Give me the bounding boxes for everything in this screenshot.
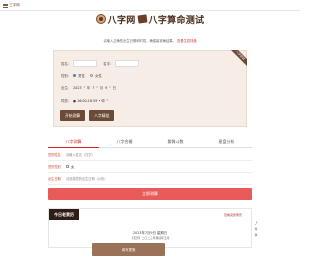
gender-male-label: 男性 [78, 74, 85, 78]
tab-ziwei[interactable]: 紫微斗数 [150, 137, 201, 148]
time-dropdown-icon: ▾ [106, 99, 108, 102]
top-bar: 三字网 [0, 0, 300, 11]
notice-message: 请输入正确的出生日期和时辰，确保最准确结果。 [103, 39, 176, 43]
start-test-button[interactable]: 开始测算 [60, 110, 86, 121]
month-select[interactable]: 7 [92, 86, 94, 90]
name-label: 名字： [103, 62, 114, 66]
almanac-title: 今日老黄历 [49, 209, 79, 220]
time-row: 时辰： ● 16:00-18:59 • 申 ▾ [61, 98, 108, 103]
bazi-input-form: 您的姓名 请输入姓名（汉字） 您的性别 女 出生日期 请选择您的出生日期（公历） [48, 149, 252, 185]
share-icon: ⤴ [254, 221, 258, 225]
almanac-lunar: 【农历】二〇二三年癸卯年五月 [130, 236, 170, 240]
birth-label: 出生： [61, 86, 72, 90]
bazi-detail-button[interactable]: 八字精批 [89, 110, 115, 121]
menu-button[interactable]: 三字网 [3, 2, 20, 9]
name-input[interactable] [115, 60, 140, 67]
bazi-name-row: 您的姓名 请输入姓名（汉字） [48, 149, 252, 161]
month-dropdown-icon: ▾ [96, 86, 98, 89]
bazi-gender-value: 女 [71, 165, 75, 169]
year-unit: 年 [86, 86, 91, 90]
bazi-name-label: 您的姓名 [48, 153, 61, 157]
bazi-gender-checkbox[interactable] [66, 165, 69, 168]
submit-now-button[interactable]: 立即测算 [48, 188, 252, 200]
month-unit: 月 [99, 86, 104, 90]
tab-bazi-marriage[interactable]: 八字合婚 [99, 137, 150, 148]
ribbon-label: 八字测试 [231, 50, 247, 66]
bazi-birth-label: 出生日期 [48, 177, 61, 181]
gender-label: 性别： [61, 74, 72, 78]
side-char-2: 享 [254, 233, 258, 237]
tab-astrology[interactable]: 星盘分析 [201, 137, 252, 148]
almanac-body: 2023年7月9日 星期日 【农历】二〇二三年癸卯年五月 [49, 230, 251, 240]
year-dropdown-icon: ▾ [83, 86, 85, 89]
page-title: 八字算命测试 [148, 15, 205, 26]
side-char-1: 分 [254, 227, 258, 231]
notice-link[interactable]: 查看生辰排盘 [177, 39, 197, 43]
bazi-birth-input[interactable]: 请选择您的出生日期（公历） [66, 176, 107, 181]
name-row: 姓名： 名字： [61, 60, 140, 67]
gender-female-label: 女性 [94, 74, 102, 78]
menu-label: 三字网 [9, 3, 20, 7]
day-dropdown-icon: ▾ [109, 86, 111, 89]
bazi-gender-row: 您的性别 女 [48, 161, 252, 173]
gender-female-radio[interactable] [89, 74, 93, 77]
share-sidebar[interactable]: ⤴ 分 享 [253, 221, 259, 237]
day-unit: 日 [112, 86, 116, 90]
gender-male-radio[interactable] [73, 74, 77, 77]
bazi-birth-row: 出生日期 请选择您的出生日期（公历） [48, 173, 252, 185]
notice-text: 请输入正确的出生日期和时辰，确保最准确结果。 查看生辰排盘 [0, 38, 300, 43]
site-logo[interactable]: 八字网 八字算命测试 [84, 13, 216, 26]
bagua-logo-icon [95, 14, 106, 24]
birth-row: 出生： 2023 ▾ 年 7 ▾ 月 9 ▾ 日 [61, 85, 116, 91]
floating-action-button[interactable]: 填写提测 [92, 243, 165, 256]
almanac-header: 今日老黄历 查看完整黄历 [49, 209, 251, 220]
almanac-card: 今日老黄历 查看完整黄历 ⤴ 分 享 2023年7月9日 星期日 【农历】二〇二… [48, 208, 258, 248]
surname-label: 姓名： [61, 62, 72, 66]
almanac-full-link[interactable]: 查看完整黄历 [224, 213, 242, 217]
tab-bazi-test[interactable]: 八字测算 [48, 137, 99, 148]
form-actions: 开始测算 八字精批 [60, 110, 115, 121]
almanac-date: 2023年7月9日 星期日 [132, 231, 168, 235]
brand-name: 八字网 [107, 15, 136, 26]
seal-icon [137, 14, 148, 24]
year-select[interactable]: 2023 [73, 86, 81, 90]
time-label: 时辰： [61, 99, 72, 103]
surname-input[interactable] [73, 60, 98, 67]
hamburger-menu-icon [3, 3, 8, 8]
corner-ribbon: 八字测试 [231, 50, 247, 66]
bazi-name-input[interactable]: 请输入姓名（汉字） [66, 152, 95, 157]
bazi-gender-label: 您的性别 [48, 165, 61, 169]
gender-row: 性别： 男性 女性 [61, 73, 102, 78]
tab-bar: 八字测算 八字合婚 紫微斗数 星盘分析 [48, 137, 252, 148]
time-select[interactable]: ● 16:00-18:59 • 申 [73, 98, 104, 103]
day-select[interactable]: 9 [105, 86, 107, 90]
